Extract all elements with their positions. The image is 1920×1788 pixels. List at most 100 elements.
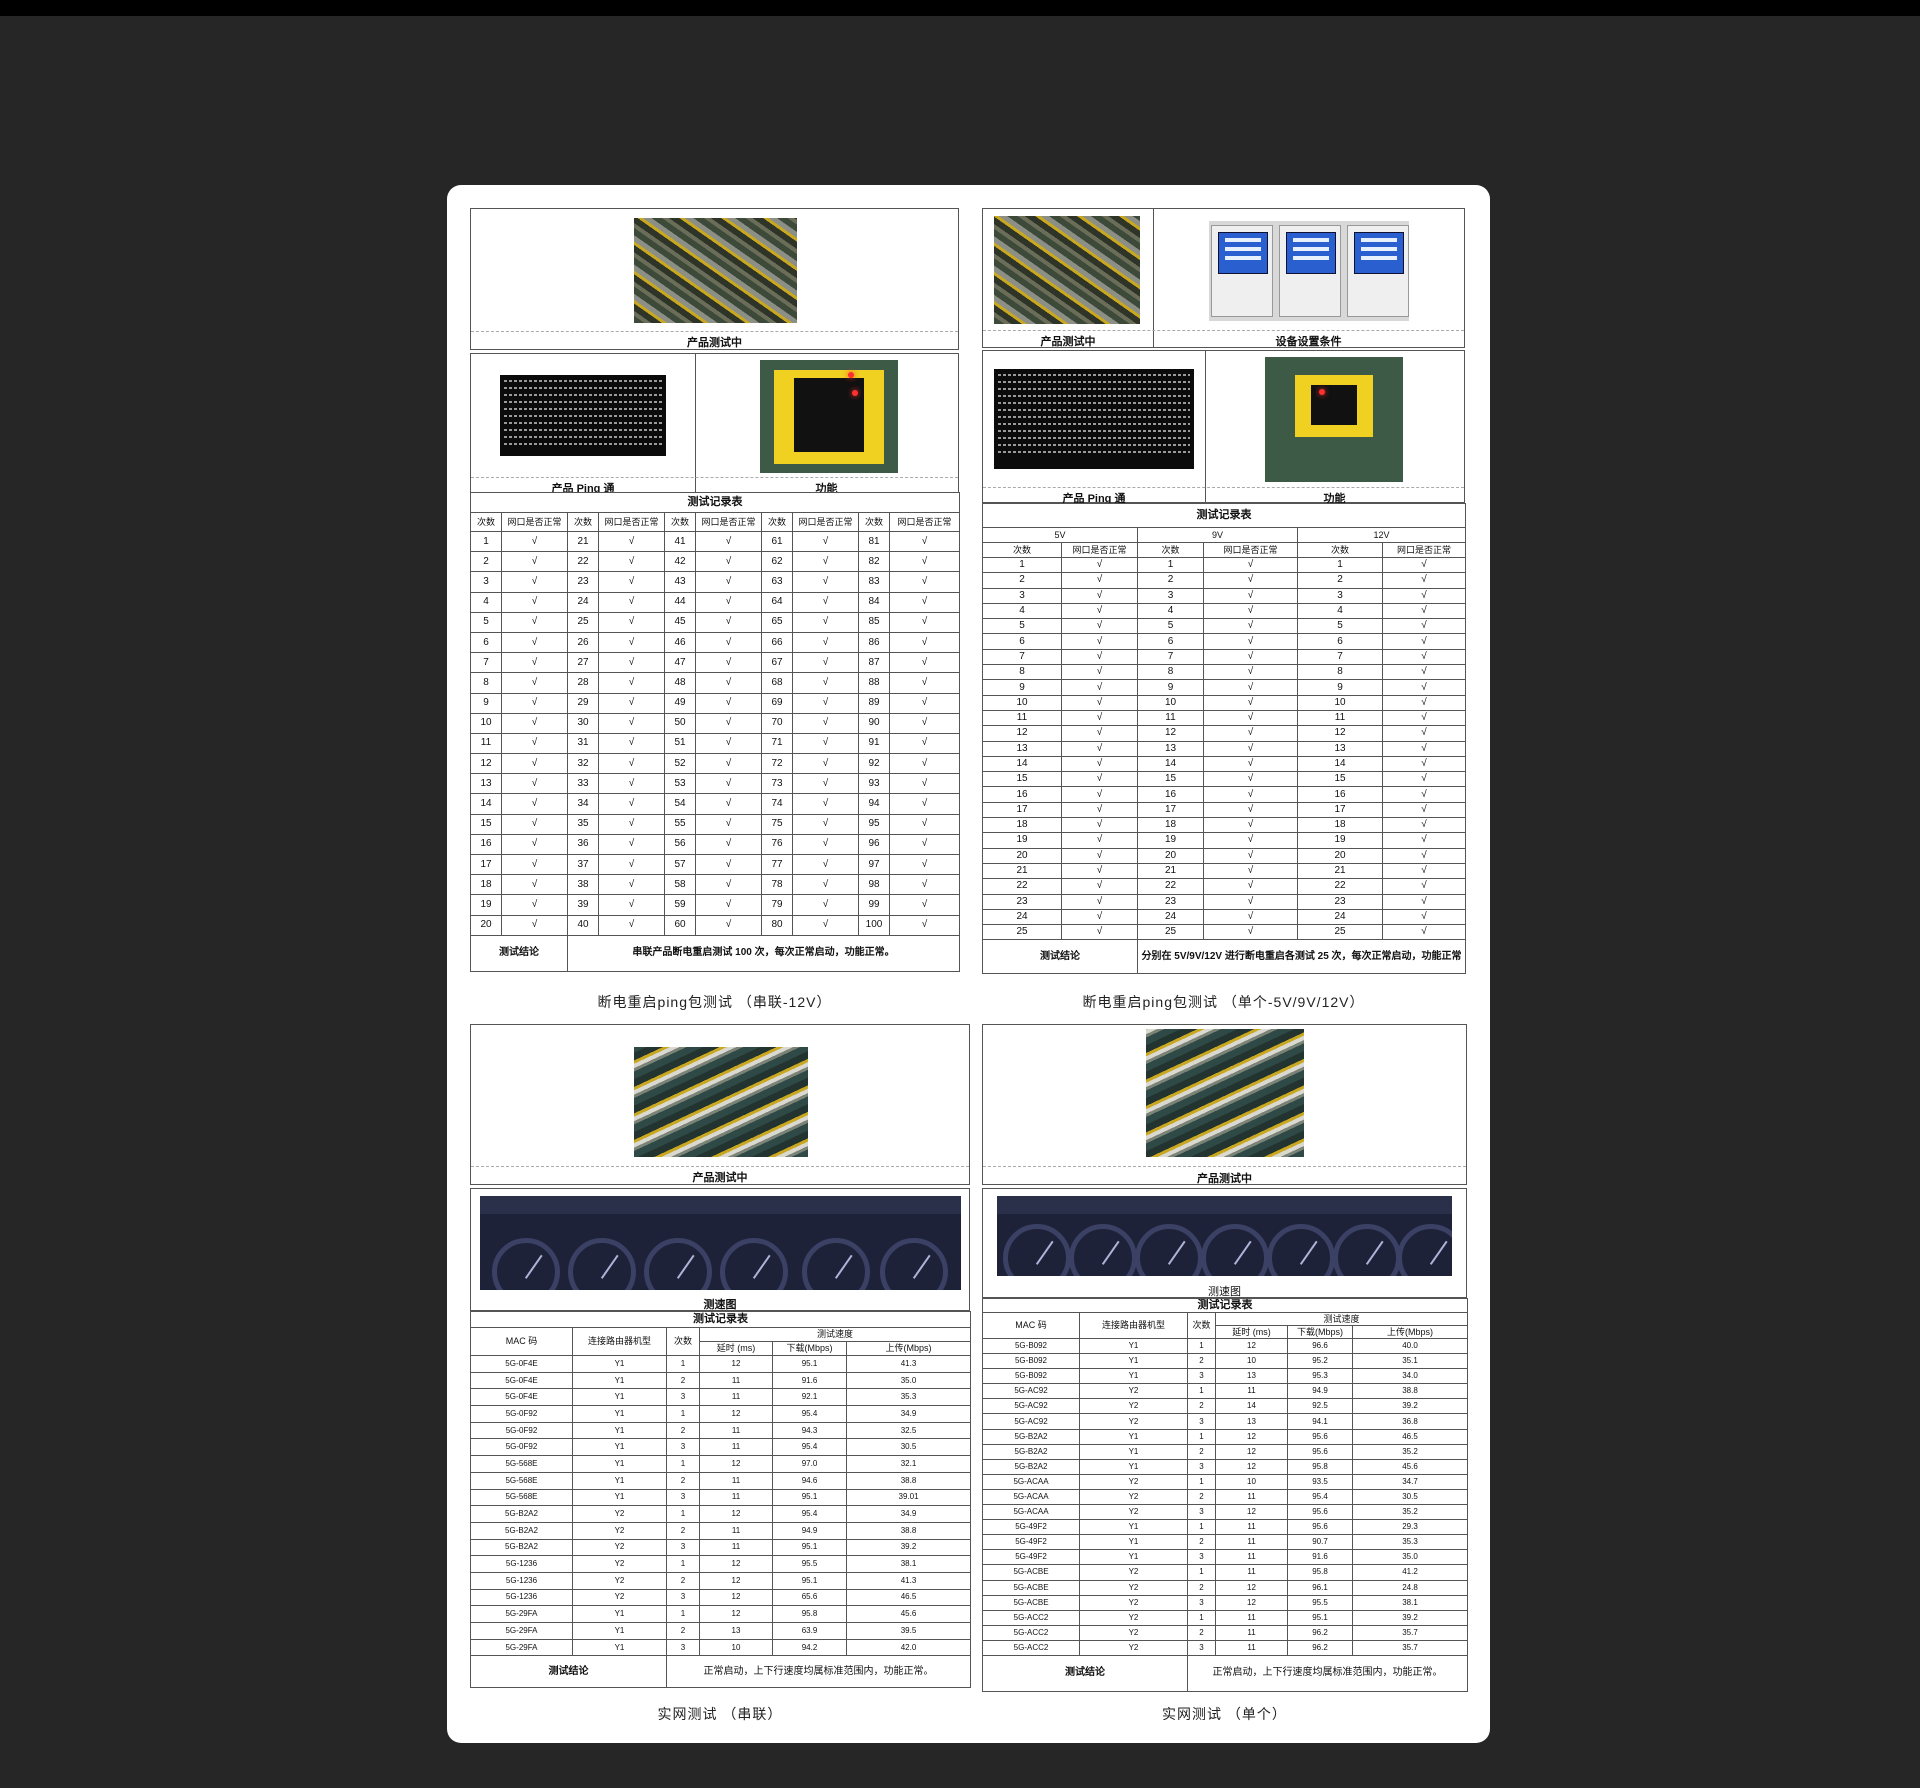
p1-record-table: 测试记录表 次数 网口是否正常 次数 网口是否正常 次数 网口是否正常 次数 网口是否正常 次数… — [469, 492, 961, 972]
p2-count-cell: 15 — [1297, 771, 1383, 788]
p1-check-cell: √ — [501, 611, 568, 633]
p3-count-cell: 3 — [666, 1638, 700, 1657]
p1-count-cell: 9 — [470, 692, 502, 714]
p4-router-cell: Y2 — [1079, 1504, 1188, 1521]
p3-count-cell: 2 — [666, 1622, 700, 1640]
p2-count-cell: 2 — [982, 572, 1062, 589]
p2-check-cell: √ — [1381, 862, 1467, 880]
p2-count-cell: 16 — [1137, 786, 1204, 803]
p3-router-cell: Y2 — [572, 1538, 667, 1557]
p1-count-cell: 82 — [858, 551, 890, 573]
p3-down-cell: 92.1 — [772, 1388, 847, 1407]
table-row: 5G-0F92 Y1 3 11 95.4 30.5 — [470, 1438, 972, 1457]
p1-count-cell: 10 — [470, 712, 502, 734]
p3-router-cell: Y1 — [572, 1438, 667, 1457]
p4-down-cell: 94.9 — [1287, 1383, 1353, 1400]
p1-check-cell: √ — [888, 853, 961, 876]
p3-latency-cell: 11 — [699, 1388, 773, 1407]
p1-check-cell: √ — [598, 551, 665, 573]
p2-check-cell: √ — [1381, 556, 1467, 574]
table-row: 4 √ 4 √ 4 √ — [982, 602, 1467, 620]
table-row: 8 √ 8 √ 8 √ — [982, 664, 1467, 681]
p3-latency-cell: 11 — [699, 1438, 773, 1457]
p1-check-cell: √ — [792, 833, 859, 856]
p3-up-cell: 30.5 — [845, 1438, 972, 1457]
p2-count-cell: 24 — [1297, 908, 1383, 926]
p2-count-cell: 12 — [1137, 725, 1204, 742]
table-row: 5G-29FA Y1 1 12 95.8 45.6 — [470, 1605, 972, 1623]
p2-count-cell: 18 — [982, 817, 1062, 834]
p4-down-cell: 96.2 — [1287, 1624, 1353, 1641]
p1-check-cell: √ — [695, 652, 762, 674]
p2-check-cell: √ — [1203, 679, 1298, 696]
p4-mac-cell: 5G-ACAA — [982, 1504, 1080, 1521]
p4-header-count: 次数 — [1187, 1312, 1216, 1339]
p3-latency-cell: 12 — [699, 1455, 773, 1473]
p2-count-cell: 18 — [1137, 817, 1204, 834]
p2-count-cell: 1 — [1297, 556, 1383, 574]
p1-count-cell: 23 — [567, 571, 599, 593]
p4-down-cell: 96.6 — [1287, 1337, 1353, 1355]
p1-count-cell: 88 — [858, 672, 890, 694]
p4-count-cell: 1 — [1187, 1609, 1216, 1626]
p1-check-cell: √ — [792, 773, 859, 795]
p3-up-cell: 39.5 — [845, 1622, 972, 1640]
p3-speedtest-image — [480, 1196, 961, 1290]
p4-speed-box: 测速图 — [982, 1188, 1467, 1298]
p1-check-cell: √ — [695, 753, 762, 775]
p2-section-caption: 断电重启ping包测试 （单个-5V/9V/12V） — [1082, 994, 1365, 1010]
p2-count-cell: 17 — [1297, 801, 1383, 819]
p1-count-cell: 89 — [858, 692, 890, 714]
p4-up-cell: 46.5 — [1351, 1428, 1469, 1445]
p3-latency-cell: 12 — [699, 1355, 773, 1373]
p1-check-cell: √ — [792, 652, 859, 674]
p1-check-cell: √ — [598, 914, 665, 936]
table-row: 9 √ 29 √ 49 √ 69 √ 89 √ — [470, 692, 961, 714]
p3-latency-cell: 11 — [699, 1371, 773, 1390]
table-row: 14 √ 34 √ 54 √ 74 √ 94 √ — [470, 793, 961, 815]
p2-check-cell: √ — [1381, 847, 1467, 864]
top-bar — [0, 0, 1920, 16]
p3-latency-cell: 13 — [699, 1622, 773, 1640]
p2-count-cell: 22 — [982, 878, 1062, 895]
p2-count-cell: 8 — [1137, 664, 1204, 681]
p1-count-cell: 19 — [470, 894, 502, 916]
p3-latency-cell: 11 — [699, 1488, 773, 1507]
p2-count-cell: 21 — [1297, 862, 1383, 880]
p1-count-cell: 35 — [567, 813, 599, 835]
p1-check-cell: √ — [792, 732, 859, 755]
p3-down-cell: 95.4 — [772, 1438, 847, 1457]
p4-up-cell: 41.2 — [1351, 1564, 1469, 1581]
p1-check-cell: √ — [598, 591, 665, 613]
p2-check-cell: √ — [1203, 847, 1298, 864]
table-row: 19 √ 39 √ 59 √ 79 √ 99 √ — [470, 894, 961, 916]
p2-check-cell: √ — [1203, 694, 1298, 711]
p1-check-cell: √ — [598, 833, 665, 856]
p1-check-cell: √ — [695, 874, 762, 896]
p2-check-cell: √ — [1203, 832, 1298, 849]
p3-count-cell: 1 — [666, 1555, 700, 1573]
table-row: 1 √ 1 √ 1 √ — [982, 556, 1467, 574]
p3-up-cell: 42.0 — [845, 1638, 972, 1657]
table-row: 19 √ 19 √ 19 √ — [982, 832, 1467, 849]
p4-mac-cell: 5G-AC92 — [982, 1398, 1080, 1415]
p2-count-cell: 5 — [1297, 618, 1383, 635]
p1-check-cell: √ — [501, 833, 568, 856]
p3-count-cell: 1 — [666, 1405, 700, 1423]
p2-count-cell: 14 — [1297, 755, 1383, 773]
p2-count-cell: 6 — [1137, 633, 1204, 650]
p1-count-cell: 29 — [567, 692, 599, 714]
table-row: 2 √ 2 √ 2 √ — [982, 572, 1467, 589]
p4-product-photo — [1146, 1029, 1304, 1157]
p1-check-cell: √ — [501, 530, 568, 553]
p4-router-cell: Y2 — [1079, 1579, 1188, 1596]
p2-count-cell: 20 — [1297, 847, 1383, 864]
p4-latency-cell: 11 — [1215, 1609, 1288, 1626]
p3-count-cell: 2 — [666, 1521, 700, 1540]
p3-count-cell: 1 — [666, 1605, 700, 1623]
p2-count-cell: 8 — [1297, 664, 1383, 681]
p4-mac-cell: 5G-B092 — [982, 1353, 1080, 1370]
p1-count-cell: 78 — [761, 874, 793, 896]
p1-count-cell: 20 — [470, 914, 502, 936]
p3-router-cell: Y1 — [572, 1388, 667, 1407]
